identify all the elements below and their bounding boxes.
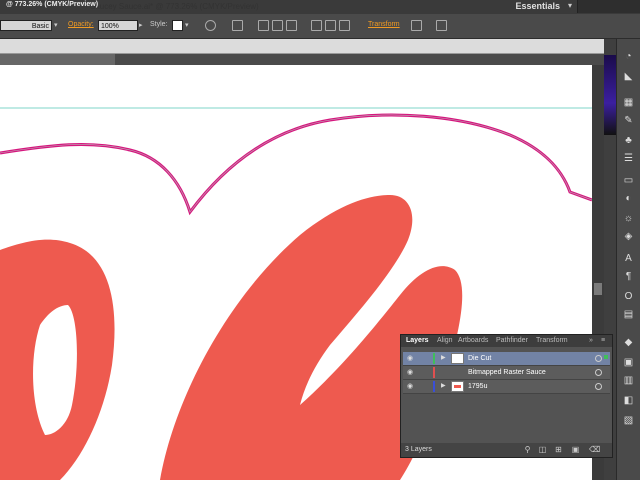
- tab-artboards[interactable]: Artboards: [458, 337, 488, 344]
- layer-count: 3 Layers: [405, 446, 432, 453]
- align-bottom-icon[interactable]: [339, 20, 350, 31]
- transform-icon[interactable]: ▧: [622, 415, 635, 426]
- gradient-icon[interactable]: ▭: [622, 175, 635, 186]
- layers-icon[interactable]: ◆: [622, 337, 635, 348]
- trash-icon[interactable]: ⌫: [589, 445, 600, 454]
- align-middle-icon[interactable]: [325, 20, 336, 31]
- document-tab[interactable]: [0, 54, 115, 65]
- visibility-eye-icon[interactable]: ◉: [407, 354, 415, 362]
- color-icon[interactable]: ◔: [622, 51, 635, 62]
- tab-strip: [115, 54, 604, 65]
- visibility-eye-icon[interactable]: ◉: [407, 368, 415, 376]
- tab-align[interactable]: Align: [437, 337, 453, 344]
- layers-panel-tabs: Layers Align Artboards Pathfinder Transf…: [401, 335, 612, 347]
- new-layer-icon[interactable]: ▣: [571, 445, 580, 454]
- align-to-icon[interactable]: [232, 20, 243, 31]
- tab-pathfinder[interactable]: Pathfinder: [496, 337, 528, 344]
- align-center-icon[interactable]: [272, 20, 283, 31]
- graphic-styles-icon[interactable]: ◈: [622, 231, 635, 242]
- stroke-icon[interactable]: ☰: [622, 153, 635, 164]
- character-icon[interactable]: A: [622, 253, 635, 264]
- links-icon[interactable]: ▣: [622, 357, 635, 368]
- expand-triangle-icon[interactable]: ▶: [441, 382, 446, 389]
- chevron-right-icon[interactable]: ▸: [139, 21, 143, 29]
- transparency-icon[interactable]: ◐: [622, 193, 635, 204]
- sauce-lettering-left: [0, 239, 115, 480]
- tab-layers[interactable]: Layers: [406, 337, 429, 344]
- layer-row[interactable]: ◉ ▶ 1795u: [403, 380, 610, 394]
- appearance-icon[interactable]: ☼: [622, 213, 635, 224]
- arrange-documents-icon[interactable]: [436, 20, 447, 31]
- pathfinder-icon[interactable]: ◧: [622, 395, 635, 406]
- layer-row[interactable]: ◉ ▶ Die Cut: [403, 352, 610, 366]
- document-title-bar: [0, 39, 604, 54]
- panel-collapse-icon[interactable]: »: [589, 337, 593, 344]
- align-right-icon[interactable]: [286, 20, 297, 31]
- chevron-down-icon[interactable]: ▾: [185, 21, 189, 29]
- tab-transform[interactable]: Transform: [536, 337, 568, 344]
- brushes-icon[interactable]: ✎: [622, 115, 635, 126]
- opacity-label[interactable]: Opacity:: [68, 21, 94, 28]
- brush-definition-field[interactable]: Basic: [0, 20, 52, 31]
- scrollbar-thumb[interactable]: [594, 283, 602, 295]
- swatches-icon[interactable]: ▦: [622, 97, 635, 108]
- layer-color-indicator: [433, 367, 435, 378]
- layers-panel: Layers Align Artboards Pathfinder Transf…: [400, 334, 613, 458]
- target-circle-icon[interactable]: [595, 369, 602, 376]
- chevron-down-icon[interactable]: ▾: [568, 1, 572, 10]
- color-guide-icon[interactable]: ◣: [622, 71, 635, 82]
- layer-name[interactable]: Die Cut: [468, 355, 491, 362]
- layer-color-indicator: [433, 381, 435, 392]
- paragraph-icon[interactable]: ¶: [622, 271, 635, 282]
- layer-row[interactable]: ◉ Bitmapped Raster Sauce: [403, 366, 610, 380]
- panel-menu-icon[interactable]: ≡: [601, 337, 605, 344]
- target-circle-icon[interactable]: [595, 383, 602, 390]
- workspace-switcher[interactable]: Essentials: [515, 1, 560, 11]
- target-circle-icon[interactable]: [595, 355, 602, 362]
- align-top-icon[interactable]: [311, 20, 322, 31]
- style-label: Style:: [150, 21, 168, 28]
- expand-triangle-icon[interactable]: ▶: [441, 354, 446, 361]
- layers-panel-footer: 3 Layers ⚲ ◫ ⊞ ▣ ⌫: [401, 443, 612, 457]
- transform-link[interactable]: Transform: [368, 21, 400, 28]
- panel-dock: ◔ ◣ ▦ ✎ ♣ ☰ ▭ ◐ ☼ ◈ A ¶ O ▤ ◆ ▣ ▥ ◧ ▧: [616, 39, 640, 480]
- isolate-selection-icon[interactable]: [411, 20, 422, 31]
- document-tab-label[interactable]: @ 773.26% (CMYK/Preview): [6, 1, 98, 8]
- die-cut-path: [0, 113, 592, 216]
- align-left-icon[interactable]: [258, 20, 269, 31]
- chevron-down-icon[interactable]: ▾: [54, 21, 58, 29]
- graphic-style-swatch[interactable]: [172, 20, 183, 31]
- search-field[interactable]: [577, 0, 640, 13]
- align-icon[interactable]: ▥: [622, 375, 635, 386]
- visibility-eye-icon[interactable]: ◉: [407, 382, 415, 390]
- layer-thumbnail: [451, 353, 464, 364]
- layer-name[interactable]: 1795u: [468, 383, 487, 390]
- selection-square-icon[interactable]: [604, 355, 608, 359]
- recolor-artwork-icon[interactable]: [205, 20, 216, 31]
- opentype-icon[interactable]: O: [622, 291, 635, 302]
- new-sublayer-icon[interactable]: ⊞: [554, 445, 563, 454]
- layer-thumbnail: [451, 381, 464, 392]
- layer-color-indicator: [433, 353, 435, 364]
- artboards-icon[interactable]: ▤: [622, 309, 635, 320]
- layer-name[interactable]: Bitmapped Raster Sauce: [468, 369, 546, 376]
- control-bar: Basic ▾ Opacity: 100% ▸ Style: ▾ Transfo…: [0, 14, 640, 39]
- locate-object-icon[interactable]: ⚲: [523, 445, 532, 454]
- document-title: Saucey Sauce.ai* @ 773.26% (CMYK/Preview…: [90, 2, 259, 11]
- color-guide-preview: [604, 55, 616, 135]
- opacity-field[interactable]: 100%: [98, 20, 138, 31]
- symbols-icon[interactable]: ♣: [622, 135, 635, 146]
- make-clipping-mask-icon[interactable]: ◫: [538, 445, 547, 454]
